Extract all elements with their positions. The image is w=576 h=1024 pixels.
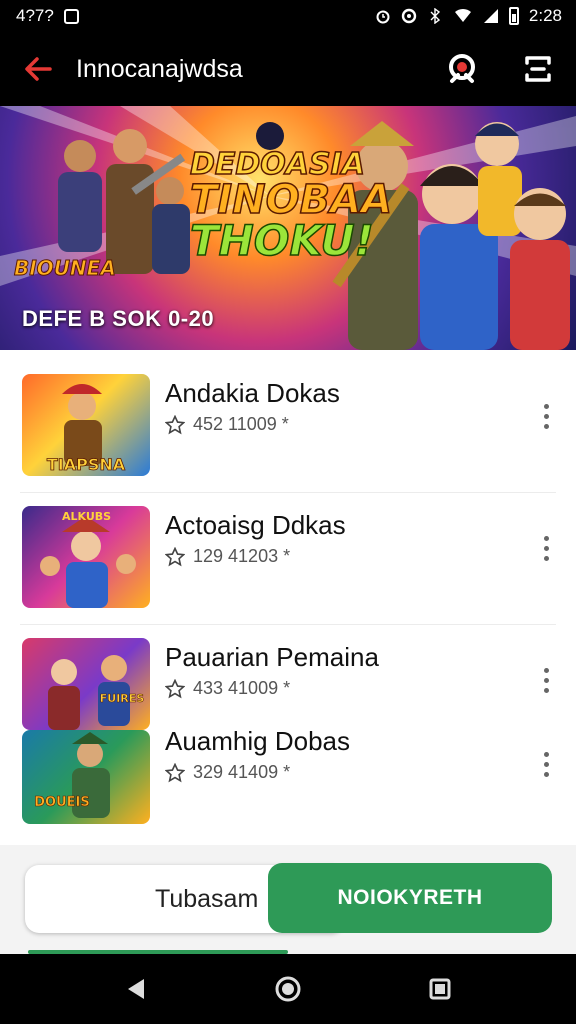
alarm-icon — [376, 10, 390, 24]
game-thumbnail: TIAPSNA — [22, 374, 150, 476]
status-bar: 4?7? 2:28 — [0, 0, 576, 32]
page-title: Innocanajwdsa — [76, 54, 243, 83]
list-item-title: Pauarian Pemaina — [165, 642, 379, 672]
search-button[interactable] — [424, 32, 500, 106]
banner-headline-line-2: TINOBAA — [189, 177, 393, 223]
nav-home-button[interactable] — [258, 959, 318, 1019]
list-item-rating: 452 11009 * — [193, 414, 289, 434]
svg-text:ALKUBS: ALKUBS — [62, 510, 111, 523]
game-thumbnail: ALKUBS — [22, 506, 150, 608]
list-item-rating: 129 41203 * — [193, 546, 291, 566]
status-left: 4?7? — [16, 6, 79, 26]
back-button[interactable] — [0, 32, 76, 106]
star-icon — [165, 546, 185, 566]
promo-banner[interactable]: DEDOASIA TINOBAA THOKU! BIOUNEA DEFE B S… — [0, 106, 576, 350]
square-recents-icon — [429, 978, 451, 1000]
star-icon — [165, 762, 185, 782]
system-nav-bar — [0, 954, 576, 1024]
list-item[interactable]: ALKUBS Actoaisg Ddkas 129 41203 * — [0, 482, 576, 614]
list-item-title: Auamhig Dobas — [165, 726, 350, 756]
primary-button[interactable]: NOIOKYRETH — [268, 863, 552, 933]
list-item-rating: 329 41409 * — [193, 762, 291, 782]
more-options-button[interactable] — [534, 396, 558, 436]
notification-icon — [63, 8, 79, 24]
list-item-meta: 329 41409 * — [165, 762, 290, 783]
list-item-meta: 452 11009 * — [165, 414, 289, 435]
banner-subtitle: DEFE B SOK 0-20 — [22, 306, 215, 331]
banner-headline: DEDOASIA TINOBAA THOKU! — [189, 147, 393, 265]
battery-icon — [508, 7, 519, 25]
star-icon — [165, 678, 185, 698]
layout-button[interactable] — [500, 32, 576, 106]
arrow-left-icon — [25, 57, 52, 81]
triangle-back-icon — [128, 979, 144, 999]
svg-text:TIAPSNA: TIAPSNA — [47, 455, 126, 474]
game-list: TIAPSNA Andakia Dokas 452 11009 * ALKUBS… — [0, 350, 576, 845]
bluetooth-icon — [430, 8, 440, 24]
list-item-title: Actoaisg Ddkas — [165, 510, 346, 540]
list-item[interactable]: DOUEIS Auamhig Dobas 329 41409 * — [0, 704, 576, 836]
list-item-meta: 129 41203 * — [165, 546, 290, 567]
banner-headline-line-1: DEDOASIA — [189, 147, 366, 182]
list-item-rating: 433 41009 * — [193, 678, 291, 698]
list-item-title: Andakia Dokas — [165, 378, 340, 408]
status-left-text: 4?7? — [16, 6, 54, 25]
bottom-actions: Tubasam NOIOKYRETH — [0, 845, 576, 954]
star-icon — [165, 414, 185, 434]
game-thumbnail: DOUEIS — [22, 730, 150, 824]
svg-text:DOUEIS: DOUEIS — [34, 795, 89, 810]
banner-headline-line-3: THOKU! — [189, 216, 374, 265]
circle-home-icon — [275, 976, 301, 1002]
more-options-button[interactable] — [534, 528, 558, 568]
more-options-button[interactable] — [534, 660, 558, 700]
nav-back-button[interactable] — [106, 959, 166, 1019]
sync-icon — [401, 8, 417, 24]
more-options-button[interactable] — [534, 744, 558, 784]
nav-recents-button[interactable] — [410, 959, 470, 1019]
status-time: 2:28 — [528, 6, 562, 25]
list-item[interactable]: TIAPSNA Andakia Dokas 452 11009 * — [0, 350, 576, 482]
signal-icon — [483, 9, 498, 23]
wifi-icon — [454, 8, 471, 22]
list-item-meta: 433 41009 * — [165, 678, 290, 699]
layout-icon — [525, 56, 551, 82]
status-right: 2:28 — [375, 6, 562, 26]
app-bar: Innocanajwdsa — [0, 32, 576, 106]
banner-logo: BIOUNEA — [14, 256, 117, 281]
search-icon — [449, 54, 475, 83]
